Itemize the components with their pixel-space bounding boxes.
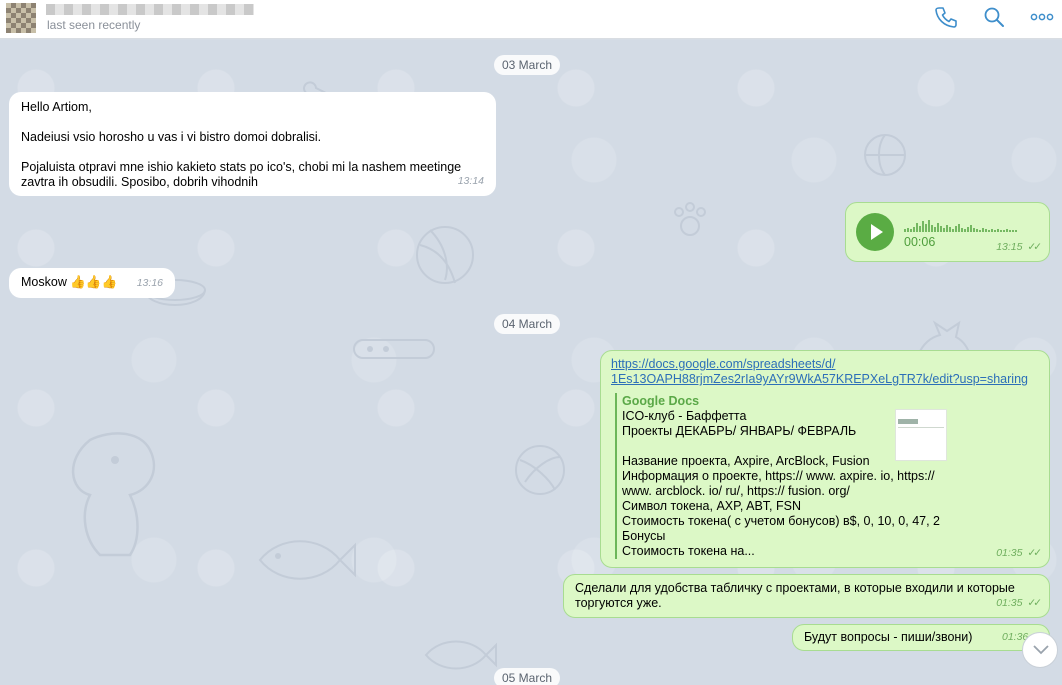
waveform-bar xyxy=(928,220,930,232)
voice-duration: 00:06 xyxy=(904,235,936,249)
link-text: https://docs.google.com/spreadsheets/d/ xyxy=(611,357,836,371)
read-check-icon: ✓✓ xyxy=(1027,241,1042,253)
message-time: 01:35 xyxy=(996,597,1023,609)
message-time: 01:35 xyxy=(996,547,1023,559)
waveform-bar xyxy=(925,224,927,232)
dog-doodle-icon xyxy=(71,432,156,557)
waveform-bar xyxy=(916,223,918,232)
link-preview[interactable]: Google Docs ICO-клуб - Баффетта Проекты … xyxy=(615,393,1035,559)
waveform-bar xyxy=(967,227,969,232)
chat-area[interactable]: 03 March Hello Artiom, Nadeiusi vsio hor… xyxy=(0,40,1062,685)
phone-icon[interactable] xyxy=(934,6,958,28)
waveform-bar xyxy=(958,224,960,232)
chat-header: last seen recently xyxy=(0,0,1062,39)
preview-site-name: Google Docs xyxy=(622,394,700,408)
waveform-bar xyxy=(964,229,966,232)
link-text: 1Es13OAPH88rjmZes2rIa9yAYr9WkA57KREPXeLg… xyxy=(611,372,1028,386)
search-icon[interactable] xyxy=(982,6,1006,28)
preview-line: Стоимость токена( с учетом бонусов) в$, … xyxy=(622,514,940,528)
scroll-down-button[interactable] xyxy=(1022,632,1058,668)
waveform-bar xyxy=(955,226,957,232)
preview-line: Информация о проекте, https:// www. axpi… xyxy=(622,469,935,483)
preview-line: Символ токена, AXP, ABT, FSN xyxy=(622,499,801,513)
waveform-bar xyxy=(1003,230,1005,232)
waveform-bar xyxy=(940,226,942,232)
waveform-bar xyxy=(1006,229,1008,232)
more-icon[interactable] xyxy=(1030,6,1054,28)
message-text: торгуются уже. xyxy=(575,596,662,610)
message-status: 13:15 ✓✓ xyxy=(996,240,1042,255)
waveform-bar xyxy=(988,230,990,232)
waveform-bar xyxy=(919,226,921,232)
message-text: Hello Artiom, xyxy=(21,100,92,114)
avatar[interactable] xyxy=(6,3,36,33)
waveform-bar xyxy=(949,227,951,232)
waveform-bar xyxy=(931,225,933,232)
waveform-bar xyxy=(1000,230,1002,232)
waveform-bar xyxy=(943,228,945,232)
message-status: 01:35 ✓✓ xyxy=(996,596,1042,611)
waveform-bar xyxy=(922,221,924,232)
waveform-bar xyxy=(973,228,975,232)
message-time: 13:15 xyxy=(996,241,1023,253)
message-text: Pojaluista otpravi mne ishio kakieto sta… xyxy=(21,160,462,189)
message-text: Сделали для удобства табличку с проектам… xyxy=(575,581,1015,595)
waveform-bar xyxy=(952,229,954,232)
waveform-bar xyxy=(934,227,936,232)
voice-message-outgoing[interactable]: 00:06 13:15 ✓✓ xyxy=(845,202,1050,262)
preview-line: Название проекта, Axpire, ArcBlock, Fusi… xyxy=(622,454,870,468)
message-outgoing[interactable]: Будут вопросы - пиши/звони) 01:36 ✓ xyxy=(792,624,1050,651)
read-check-icon: ✓✓ xyxy=(1027,547,1042,559)
waveform-bar xyxy=(1015,230,1017,232)
preview-line: Бонусы xyxy=(622,529,666,543)
preview-thumbnail[interactable] xyxy=(895,409,947,461)
date-divider: 04 March xyxy=(494,314,561,334)
collar-doodle-icon xyxy=(353,339,435,359)
contact-name-redacted[interactable] xyxy=(46,4,254,15)
waveform-bar xyxy=(946,225,948,232)
waveform-bar xyxy=(937,223,939,232)
ball-doodle-icon xyxy=(864,134,906,176)
waveform-bar xyxy=(982,228,984,232)
paw-doodle-icon xyxy=(674,202,706,236)
chevron-down-icon xyxy=(1033,645,1049,655)
waveform-bar xyxy=(994,230,996,232)
message-incoming[interactable]: Hello Artiom, Nadeiusi vsio horosho u va… xyxy=(9,92,496,196)
fish-doodle-icon xyxy=(424,640,497,670)
waveform-bar xyxy=(985,229,987,232)
yarn-doodle-icon xyxy=(515,445,565,495)
spreadsheet-link[interactable]: https://docs.google.com/spreadsheets/d/ … xyxy=(611,357,1039,387)
last-seen-status: last seen recently xyxy=(47,18,141,32)
waveform-bar xyxy=(913,227,915,232)
waveform-bar xyxy=(970,225,972,232)
preview-subtitle: Проекты ДЕКАБРЬ/ ЯНВАРЬ/ ФЕВРАЛЬ xyxy=(622,424,857,438)
date-divider: 05 March xyxy=(494,668,561,685)
preview-title: ICO-клуб - Баффетта xyxy=(622,409,747,423)
waveform-bar xyxy=(976,229,978,232)
message-outgoing[interactable]: Сделали для удобства табличку с проектам… xyxy=(563,574,1050,618)
waveform-bar xyxy=(991,229,993,232)
read-check-icon: ✓✓ xyxy=(1027,597,1042,609)
message-time: 13:14 xyxy=(457,175,484,187)
message-status: 01:35 ✓✓ xyxy=(996,546,1042,561)
voice-waveform[interactable] xyxy=(904,216,1032,232)
message-text: Nadeiusi vsio horosho u vas i vi bistro … xyxy=(21,130,322,144)
play-button[interactable] xyxy=(856,213,894,251)
preview-line: www. arcblock. io/ ru/, https:// fusion.… xyxy=(622,484,850,498)
waveform-bar xyxy=(979,230,981,232)
message-incoming[interactable]: Moskow 👍👍👍 13:16 xyxy=(9,268,175,298)
waveform-bar xyxy=(910,229,912,232)
ball-doodle-icon xyxy=(416,226,474,284)
preview-line: Стоимость токена на... xyxy=(622,544,755,558)
waveform-bar xyxy=(1009,230,1011,232)
waveform-bar xyxy=(961,228,963,232)
date-divider: 03 March xyxy=(494,55,561,75)
waveform-bar xyxy=(1012,230,1014,232)
waveform-bar xyxy=(997,229,999,232)
waveform-bar xyxy=(907,228,909,232)
fish-doodle-icon xyxy=(258,540,356,580)
link-message-outgoing[interactable]: https://docs.google.com/spreadsheets/d/ … xyxy=(600,350,1050,568)
waveform-bar xyxy=(904,229,906,232)
message-time: 13:16 xyxy=(136,277,163,289)
